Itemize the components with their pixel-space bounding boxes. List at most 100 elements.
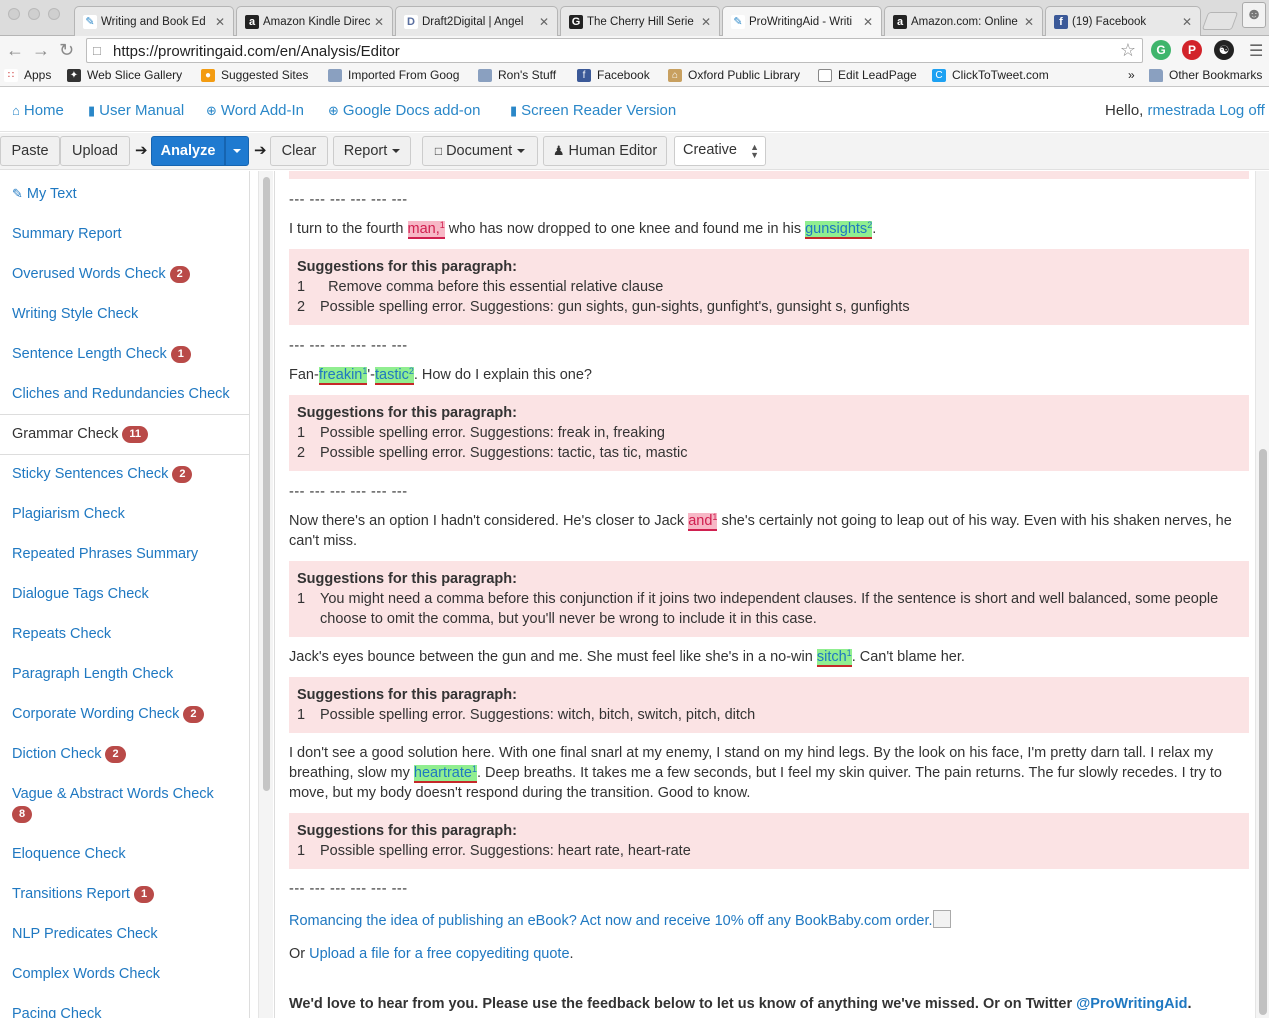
close-tab-icon[interactable]: ✕ [863,15,873,29]
bookmarks-overflow[interactable]: » [1128,68,1135,82]
back-icon[interactable]: ← [6,39,24,61]
close-tab-icon[interactable]: ✕ [374,15,384,29]
bookbaby-promo-link[interactable]: Romancing the idea of publishing an eBoo… [289,913,933,929]
sidebar-item-my-text[interactable]: ✎ My Text [12,186,77,202]
sidebar-item-sticky-sentences-check[interactable]: Sticky Sentences Check 2 [12,466,193,483]
paste-button[interactable]: Paste [0,136,60,166]
bookmark-item[interactable]: ∷ Apps [4,68,51,82]
report-button[interactable]: Report [333,136,411,166]
sidebar-item-paragraph-length-check[interactable]: Paragraph Length Check [12,666,173,682]
tab-title: (19) Facebook [1072,15,1147,28]
nav-home[interactable]: ⌂ Home [12,102,64,119]
sidebar-item-repeats-check[interactable]: Repeats Check [12,626,111,642]
browser-tab[interactable]: ✎ ProWritingAid - Writi ✕ [722,6,882,36]
sidebar-item-summary-report[interactable]: Summary Report [12,226,122,242]
sidebar-item-writing-style-check[interactable]: Writing Style Check [12,306,138,322]
close-tab-icon[interactable]: ✕ [701,15,711,29]
clear-button[interactable]: Clear [270,136,328,166]
user-link[interactable]: rmestrada [1148,102,1216,119]
paragraph-1: I turn to the fourth man,1 who has now d… [289,219,1249,239]
profile-icon[interactable]: ☻ [1242,2,1266,28]
spelling-issue-highlight[interactable]: heartrate1 [413,765,477,783]
bookmark-label: Ron's Stuff [498,68,557,82]
text-run: . Can't blame her. [851,649,965,665]
grammarly-icon[interactable]: G [1151,40,1171,60]
close-tab-icon[interactable]: ✕ [1024,15,1034,29]
minimize-window-button[interactable] [28,8,40,20]
extension-icon[interactable]: ☯ [1214,40,1234,60]
page-scrollbar[interactable] [1255,171,1269,1018]
sidebar-item-dialogue-tags-check[interactable]: Dialogue Tags Check [12,586,149,602]
bookmark-item[interactable]: C ClickToTweet.com [932,68,1049,82]
logoff-link[interactable]: Log off [1219,102,1265,119]
spelling-issue-highlight[interactable]: tastic2 [374,367,414,385]
browser-tab[interactable]: G The Cherry Hill Serie ✕ [560,6,720,36]
upload-quote-link[interactable]: Upload a file for a free copyediting quo… [309,946,569,962]
chrome-menu-icon[interactable]: ☰ [1249,41,1263,61]
pinterest-icon[interactable]: P [1182,40,1202,60]
close-tab-icon[interactable]: ✕ [539,15,549,29]
sidebar-item-complex-words-check[interactable]: Complex Words Check [12,966,160,982]
forward-icon[interactable]: → [32,39,50,61]
close-tab-icon[interactable]: ✕ [1182,15,1192,29]
scrollbar-thumb[interactable] [263,177,270,791]
bookmark-item[interactable]: ● Suggested Sites [201,68,308,82]
browser-tab[interactable]: f (19) Facebook ✕ [1045,6,1201,36]
select-arrows-icon: ▲ ▼ [750,142,759,160]
highlight-text: freakin [318,367,363,383]
sidebar-scrollbar[interactable] [258,171,273,1018]
sidebar-item-nlp-predicates-check[interactable]: NLP Predicates Check [12,926,158,942]
sidebar-item-cliches-and-redundancies-check[interactable]: Cliches and Redundancies Check [12,386,230,402]
browser-tab[interactable]: ✎ Writing and Book Ed ✕ [74,6,234,36]
sidebar-item-grammar-check[interactable]: Grammar Check 11 [12,426,148,443]
upload-button[interactable]: Upload [60,136,130,166]
twitter-link[interactable]: @ProWritingAid [1076,996,1187,1012]
analyze-dropdown-button[interactable] [225,136,249,166]
sidebar-item-transitions-report[interactable]: Transitions Report 1 [12,886,155,903]
spelling-issue-highlight[interactable]: sitch1 [816,649,852,667]
close-tab-icon[interactable]: ✕ [215,15,225,29]
nav-user-manual[interactable]: ▮ User Manual [88,102,184,119]
sidebar-item-vague-abstract-words-check[interactable]: Vague & Abstract Words Check 8 [12,786,214,823]
sidebar-item-diction-check[interactable]: Diction Check 2 [12,746,126,763]
nav-word-addin[interactable]: ⊕ Word Add-In [206,102,304,119]
grammar-issue-highlight[interactable]: and1 [688,513,718,531]
grammar-issue-highlight[interactable]: man,1 [407,221,445,239]
document-button[interactable]: □ Document [422,136,538,166]
promo-line: Romancing the idea of publishing an eBoo… [289,910,1249,931]
bookmark-item[interactable]: Imported From Goog [328,68,459,82]
writing-style-select[interactable]: Creative ▲ ▼ [674,136,766,166]
bookmark-item[interactable]: Edit LeadPage [818,68,917,82]
sidebar-item-repeated-phrases-summary[interactable]: Repeated Phrases Summary [12,546,198,562]
nav-screen-reader[interactable]: ▮ Screen Reader Version [510,102,676,119]
sidebar-item-corporate-wording-check[interactable]: Corporate Wording Check 2 [12,706,204,723]
close-window-button[interactable] [8,8,20,20]
new-tab-button[interactable] [1201,12,1239,30]
human-editor-button[interactable]: ♟ Human Editor [543,136,667,166]
bookmark-item[interactable]: f Facebook [577,68,650,82]
bookmark-item[interactable]: ⌂ Oxford Public Library [668,68,800,82]
sidebar-item-plagiarism-check[interactable]: Plagiarism Check [12,506,125,522]
reload-icon[interactable]: ↻ [59,39,74,61]
maximize-window-button[interactable] [48,8,60,20]
spelling-issue-highlight[interactable]: gunsights2 [805,221,873,239]
bookmark-label: ClickToTweet.com [952,68,1049,82]
sidebar-item-eloquence-check[interactable]: Eloquence Check [12,846,126,862]
sidebar-item-overused-words-check[interactable]: Overused Words Check 2 [12,266,190,283]
sidebar-item-pacing-check[interactable]: Pacing Check [12,1006,101,1018]
analyze-button[interactable]: Analyze [151,136,225,166]
suggestion-item: 1 Remove comma before this essential rel… [297,277,1241,297]
nav-google-docs[interactable]: ⊕ Google Docs add-on [328,102,481,119]
scrollbar-thumb[interactable] [1259,449,1267,1015]
bookmark-item[interactable]: Ron's Stuff [478,68,556,82]
text-run: Or [289,946,310,962]
browser-tab[interactable]: D Draft2Digital | Angel ✕ [395,6,558,36]
bookmark-item[interactable]: ✦ Web Slice Gallery [67,68,182,82]
address-bar[interactable]: □ https://prowritingaid.com/en/Analysis/… [86,38,1143,63]
browser-tab[interactable]: a Amazon Kindle Direc ✕ [236,6,393,36]
sidebar-item-sentence-length-check[interactable]: Sentence Length Check 1 [12,346,191,363]
other-bookmarks[interactable]: Other Bookmarks [1149,68,1262,82]
browser-tab[interactable]: a Amazon.com: Online ✕ [884,6,1043,36]
spelling-issue-highlight[interactable]: freakin1 [318,367,368,385]
bookmark-star-icon[interactable]: ☆ [1120,40,1136,61]
